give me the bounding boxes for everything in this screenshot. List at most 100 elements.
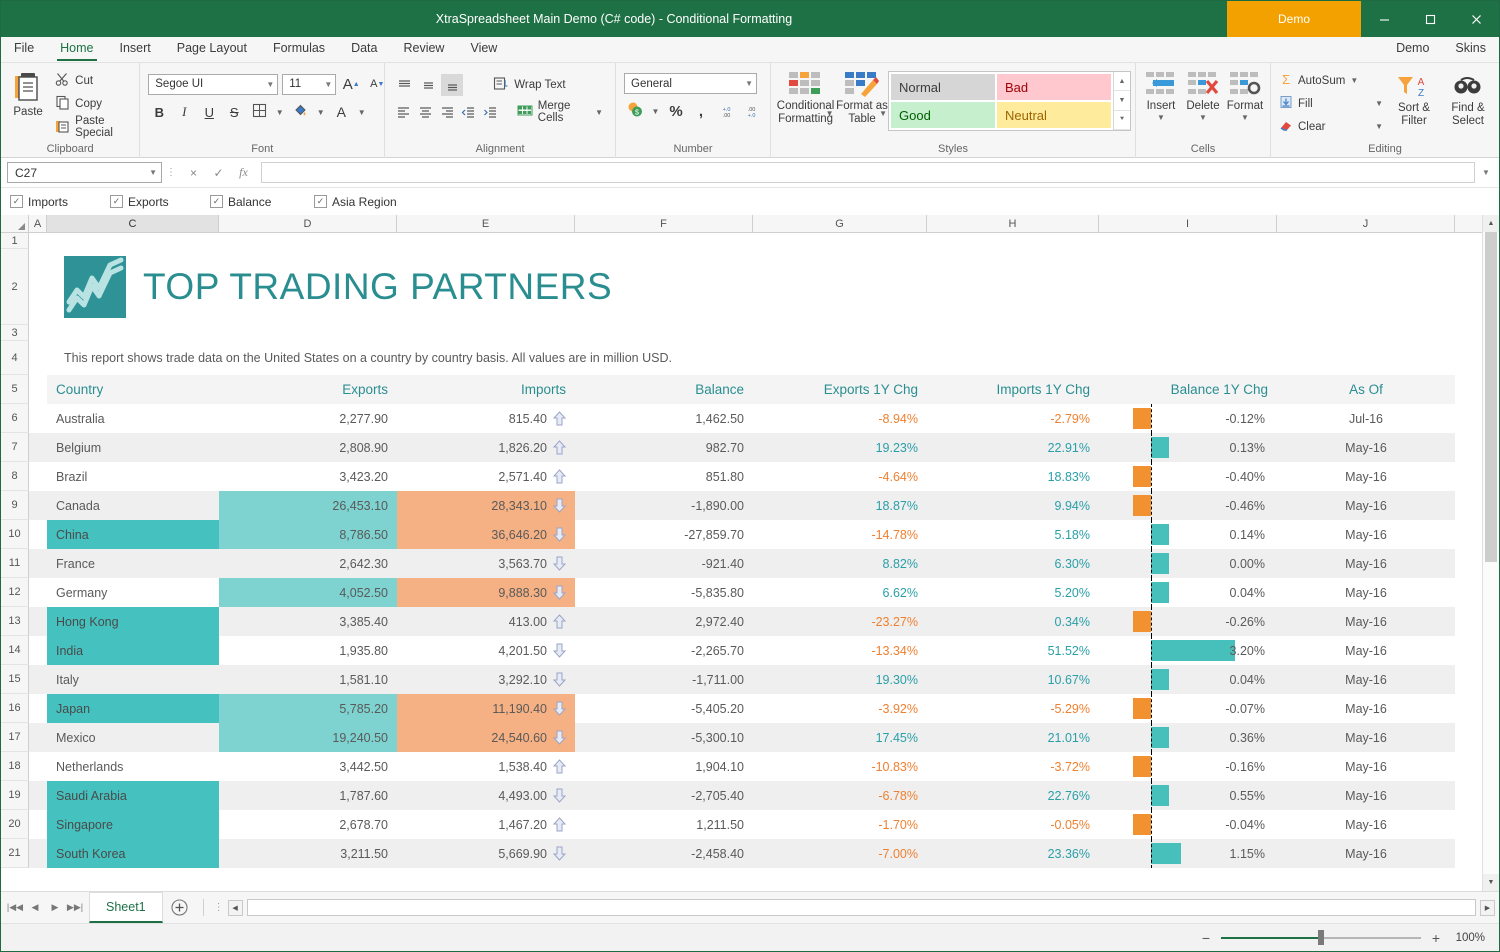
- header-imports[interactable]: Imports: [397, 375, 575, 404]
- cell-A5[interactable]: [29, 375, 47, 404]
- cell-country[interactable]: Mexico: [47, 723, 219, 752]
- cell-exports[interactable]: 1,581.10: [219, 665, 397, 694]
- row-gutter-cell[interactable]: [29, 781, 47, 810]
- cell-exports-change[interactable]: -3.92%: [753, 694, 927, 723]
- cell-as-of[interactable]: May-16: [1277, 578, 1455, 607]
- column-header-F[interactable]: F: [575, 215, 753, 232]
- cut-button[interactable]: Cut: [51, 70, 135, 91]
- zoom-out-button[interactable]: −: [1200, 930, 1212, 946]
- cell-exports[interactable]: 2,808.90: [219, 433, 397, 462]
- cell-balance-change[interactable]: 0.14%: [1099, 520, 1277, 549]
- row-gutter-cell[interactable]: [29, 462, 47, 491]
- table-row[interactable]: Saudi Arabia1,787.604,493.00-2,705.40-6.…: [29, 781, 1482, 810]
- cell-imports[interactable]: 1,538.40: [397, 752, 575, 781]
- header-as-of[interactable]: As Of: [1277, 375, 1455, 404]
- cell-exports[interactable]: 3,211.50: [219, 839, 397, 868]
- merge-cells-button[interactable]: Merge Cells ▼: [513, 102, 607, 123]
- prev-sheet-icon[interactable]: ◀: [25, 902, 45, 913]
- row-header-12[interactable]: 12: [1, 578, 29, 607]
- next-sheet-icon[interactable]: ▶: [45, 902, 65, 913]
- cell-imports-change[interactable]: 5.18%: [927, 520, 1099, 549]
- row-header-19[interactable]: 19: [1, 781, 29, 810]
- table-row[interactable]: France2,642.303,563.70-921.408.82%6.30%0…: [29, 549, 1482, 578]
- cell-country[interactable]: South Korea: [47, 839, 219, 868]
- decrease-indent-icon[interactable]: [459, 101, 479, 123]
- cell-balance[interactable]: -5,405.20: [575, 694, 753, 723]
- row-header-17[interactable]: 17: [1, 723, 29, 752]
- format-as-table-button[interactable]: Format as Table ▼: [836, 67, 888, 125]
- align-left-icon[interactable]: [393, 101, 413, 123]
- insert-function-icon[interactable]: fx: [231, 162, 256, 183]
- cell-balance-change[interactable]: -0.16%: [1099, 752, 1277, 781]
- font-name-combo[interactable]: Segoe UI ▼: [148, 74, 278, 95]
- cell-A2[interactable]: [29, 249, 47, 325]
- header-balance-chg[interactable]: Balance 1Y Chg: [1099, 375, 1277, 404]
- insert-cells-button[interactable]: Insert ▼: [1140, 67, 1182, 122]
- row-header-1[interactable]: 1: [1, 233, 29, 249]
- align-top-icon[interactable]: [393, 74, 415, 96]
- scroll-down-icon[interactable]: ▼: [1483, 874, 1499, 891]
- cell-balance[interactable]: 2,972.40: [575, 607, 753, 636]
- checkbox-balance[interactable]: ✓ Balance: [210, 195, 314, 209]
- style-normal[interactable]: Normal: [891, 74, 995, 100]
- row-gutter-cell[interactable]: [29, 723, 47, 752]
- tab-home[interactable]: Home: [47, 36, 106, 62]
- tab-file[interactable]: File: [1, 36, 47, 62]
- styles-gallery-scrollbar[interactable]: ▲ ▼ ⯆: [1113, 72, 1130, 130]
- row-gutter-cell[interactable]: [29, 520, 47, 549]
- cell-country[interactable]: Hong Kong: [47, 607, 219, 636]
- row-gutter-cell[interactable]: [29, 665, 47, 694]
- column-header-I[interactable]: I: [1099, 215, 1277, 232]
- wrap-text-button[interactable]: Wrap Text: [489, 75, 569, 96]
- cell-exports-change[interactable]: -10.83%: [753, 752, 927, 781]
- increase-indent-icon[interactable]: [481, 101, 501, 123]
- style-bad[interactable]: Bad: [997, 74, 1111, 100]
- cell-country[interactable]: France: [47, 549, 219, 578]
- paste-button[interactable]: Paste: [5, 67, 51, 119]
- row-header-15[interactable]: 15: [1, 665, 29, 694]
- cell-imports-change[interactable]: -0.05%: [927, 810, 1099, 839]
- table-row[interactable]: Canada26,453.1028,343.10-1,890.0018.87%9…: [29, 491, 1482, 520]
- cell-balance[interactable]: -1,711.00: [575, 665, 753, 694]
- hscroll-left-icon[interactable]: ◀: [228, 900, 243, 916]
- cell-country[interactable]: Netherlands: [47, 752, 219, 781]
- copy-button[interactable]: Copy: [51, 93, 135, 114]
- sheet-tab-sheet1[interactable]: Sheet1: [89, 892, 163, 923]
- cell-A4[interactable]: [29, 341, 47, 375]
- cell-imports-change[interactable]: 9.94%: [927, 491, 1099, 520]
- row-gutter-cell[interactable]: [29, 607, 47, 636]
- cell-balance-change[interactable]: -0.26%: [1099, 607, 1277, 636]
- cell-imports-change[interactable]: 22.91%: [927, 433, 1099, 462]
- autosum-button[interactable]: Σ AutoSum ▼: [1275, 70, 1387, 91]
- gallery-expand-icon[interactable]: ⯆: [1114, 111, 1130, 130]
- row-header-4[interactable]: 4: [1, 341, 29, 375]
- table-row[interactable]: India1,935.804,201.50-2,265.70-13.34%51.…: [29, 636, 1482, 665]
- row-header-7[interactable]: 7: [1, 433, 29, 462]
- column-header-A[interactable]: A: [29, 215, 47, 232]
- cell-balance-change[interactable]: -0.46%: [1099, 491, 1277, 520]
- cell-exports-change[interactable]: 19.23%: [753, 433, 927, 462]
- report-subtitle[interactable]: This report shows trade data on the Unit…: [47, 341, 1482, 375]
- sort-filter-button[interactable]: A Z Sort & Filter: [1387, 67, 1441, 127]
- cell-imports[interactable]: 815.40: [397, 404, 575, 433]
- column-header-J[interactable]: J: [1277, 215, 1455, 232]
- cell-imports-change[interactable]: -2.79%: [927, 404, 1099, 433]
- style-good[interactable]: Good: [891, 102, 995, 128]
- find-select-button[interactable]: Find & Select: [1441, 67, 1495, 127]
- hscroll-right-icon[interactable]: ▶: [1480, 900, 1495, 916]
- cell-country[interactable]: Brazil: [47, 462, 219, 491]
- row-gutter-cell[interactable]: [29, 810, 47, 839]
- row-gutter-cell[interactable]: [29, 433, 47, 462]
- zoom-in-button[interactable]: +: [1430, 930, 1442, 946]
- fill-button[interactable]: Fill ▼: [1275, 93, 1387, 114]
- checkbox-imports[interactable]: ✓ Imports: [10, 195, 110, 209]
- fill-color-dropdown[interactable]: ▼: [314, 101, 327, 123]
- cell-balance[interactable]: 982.70: [575, 433, 753, 462]
- row-gutter-cell[interactable]: [29, 839, 47, 868]
- align-middle-icon[interactable]: [417, 74, 439, 96]
- cell-as-of[interactable]: May-16: [1277, 839, 1455, 868]
- table-row[interactable]: Germany4,052.509,888.30-5,835.806.62%5.2…: [29, 578, 1482, 607]
- cell-balance-change[interactable]: -0.40%: [1099, 462, 1277, 491]
- column-header-E[interactable]: E: [397, 215, 575, 232]
- cell-balance[interactable]: -921.40: [575, 549, 753, 578]
